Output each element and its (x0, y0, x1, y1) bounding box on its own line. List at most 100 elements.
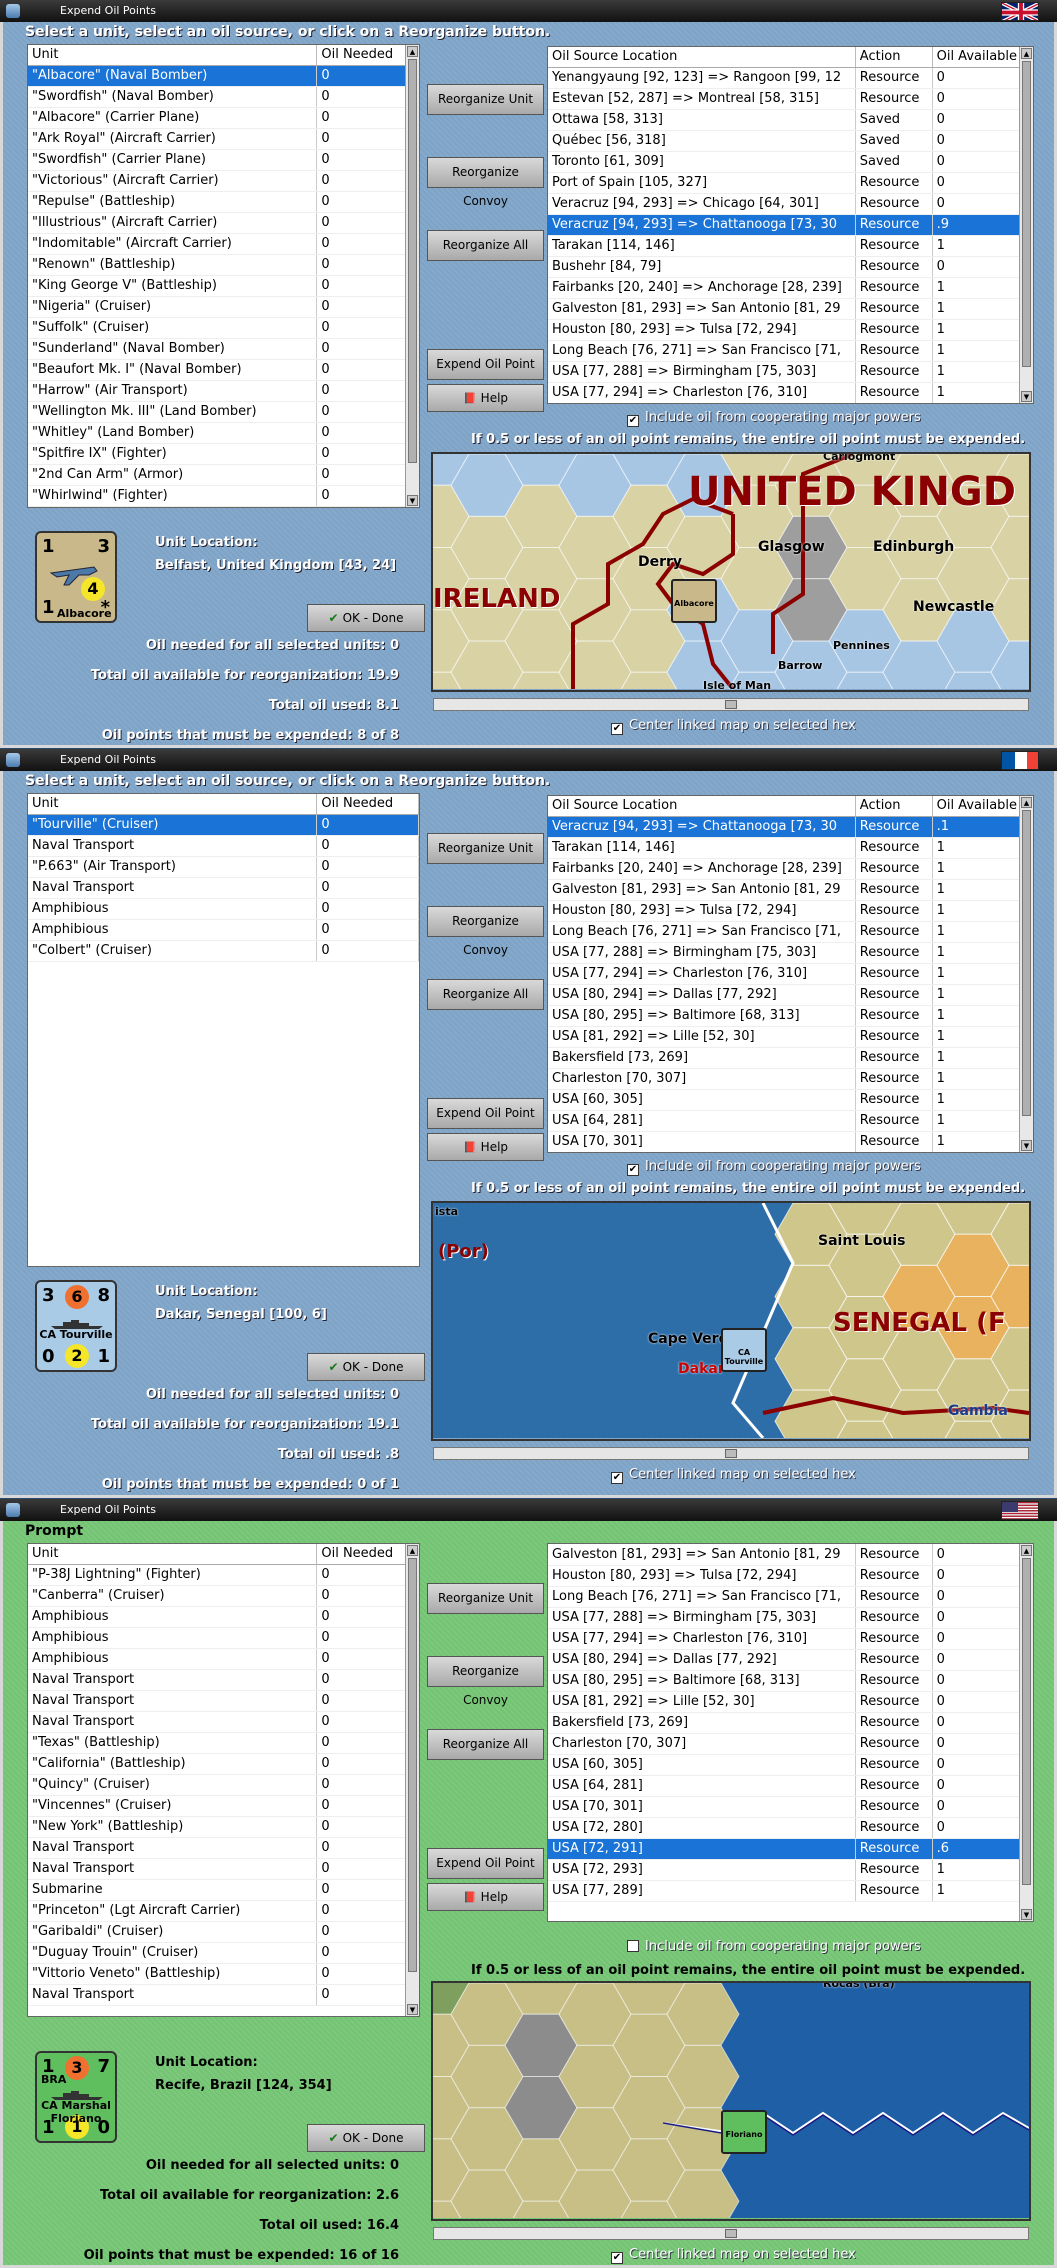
oil-source-row[interactable]: USA [80, 295] => Baltimore [68, 313] Reso… (548, 1005, 1033, 1027)
scroll-down-icon[interactable]: ▼ (407, 495, 418, 506)
unit-column-header[interactable]: Unit (28, 45, 318, 66)
center-map-checkbox[interactable]: ✔ (611, 1472, 623, 1484)
oil-source-row[interactable]: Toronto [61, 309] Saved 0 (548, 151, 1033, 173)
unit-row[interactable]: Naval Transport 0 (28, 1837, 419, 1859)
scroll-down-icon[interactable]: ▼ (1021, 1140, 1032, 1151)
unit-row[interactable]: "Albacore" (Naval Bomber) 0 (28, 65, 419, 87)
oil-source-row[interactable]: Houston [80, 293] => Tulsa [72, 294] Reso… (548, 900, 1033, 922)
scroll-thumb[interactable] (1022, 810, 1031, 1116)
center-map-checkbox[interactable]: ✔ (611, 723, 623, 735)
center-map-checkbox-row[interactable]: ✔ Center linked map on selected hex (611, 1467, 856, 1484)
oil-source-row[interactable]: Bushehr [84, 79] Resource 0 (548, 256, 1033, 278)
map-horizontal-scrollbar[interactable] (433, 2227, 1029, 2240)
scroll-thumb[interactable] (408, 1558, 417, 1972)
oil-source-row[interactable]: USA [70, 301] Resource 0 (548, 1796, 1033, 1818)
unit-row[interactable]: Naval Transport 0 (28, 877, 419, 899)
oil-source-row[interactable]: Fairbanks [20, 240] => Anchorage [28, 23… (548, 858, 1033, 880)
source-list-scrollbar[interactable]: ▲ ▼ (1019, 47, 1033, 403)
oil-source-row[interactable]: USA [77, 288] => Birmingham [75, 303] Res… (548, 1607, 1033, 1629)
expend-oil-point-button[interactable]: Expend Oil Point (427, 1098, 544, 1129)
oil-source-row[interactable]: Fairbanks [20, 240] => Anchorage [28, 23… (548, 277, 1033, 299)
unit-row[interactable]: "Vittorio Veneto" (Battleship) 0 (28, 1963, 419, 1985)
oil-source-row[interactable]: USA [77, 289] Resource 1 (548, 1880, 1033, 1902)
scroll-up-icon[interactable]: ▲ (1021, 48, 1032, 59)
unit-row[interactable]: "Quincy" (Cruiser) 0 (28, 1774, 419, 1796)
unit-row[interactable]: "Renown" (Battleship) 0 (28, 254, 419, 276)
unit-row[interactable]: "Victorious" (Aircraft Carrier) 0 (28, 170, 419, 192)
title-bar[interactable]: Expend Oil Points (0, 1499, 1057, 1521)
oil-source-row[interactable]: Bakersfield [73, 269] Resource 0 (548, 1712, 1033, 1734)
unit-row[interactable]: "Ark Royal" (Aircraft Carrier) 0 (28, 128, 419, 150)
oil-source-row[interactable]: Long Beach [76, 271] => San Francisco [7… (548, 921, 1033, 943)
center-map-checkbox-row[interactable]: ✔ Center linked map on selected hex (611, 718, 856, 735)
unit-row[interactable]: "Vincennes" (Cruiser) 0 (28, 1795, 419, 1817)
ok-done-button[interactable]: ✔ OK - Done (307, 604, 425, 632)
oil-source-list[interactable]: Galveston [81, 293] => San Antonio [81, … (547, 1543, 1034, 1922)
unit-row[interactable]: "Beaufort Mk. I" (Naval Bomber) 0 (28, 359, 419, 381)
oil-source-row[interactable]: Houston [80, 293] => Tulsa [72, 294] Reso… (548, 1565, 1033, 1587)
unit-list[interactable]: Unit Oil Needed "P-38J Lightning" (Fighter… (27, 1543, 420, 2017)
oil-source-row[interactable]: Charleston [70, 307] Resource 0 (548, 1733, 1033, 1755)
unit-row[interactable]: "Sunderland" (Naval Bomber) 0 (28, 338, 419, 360)
scroll-up-icon[interactable]: ▲ (407, 46, 418, 57)
map-horizontal-scrollbar[interactable] (433, 1447, 1029, 1460)
oil-source-row[interactable]: Charleston [70, 307] Resource 1 (548, 1068, 1033, 1090)
scroll-up-icon[interactable]: ▲ (1021, 797, 1032, 808)
scroll-down-icon[interactable]: ▼ (1021, 1909, 1032, 1920)
unit-row[interactable]: "Swordfish" (Naval Bomber) 0 (28, 86, 419, 108)
oil-source-row[interactable]: USA [60, 305] Resource 1 (548, 1089, 1033, 1111)
center-map-checkbox[interactable]: ✔ (611, 2252, 623, 2264)
source-column-header[interactable]: Oil Source Location (548, 47, 856, 68)
oil-source-row[interactable]: USA [80, 295] => Baltimore [68, 313] Reso… (548, 1670, 1033, 1692)
unit-column-header[interactable]: Unit (28, 1544, 318, 1565)
unit-column-header[interactable]: Oil Needed (316, 1544, 419, 1565)
scroll-thumb[interactable] (725, 2229, 737, 2238)
oil-source-row[interactable]: Bakersfield [73, 269] Resource 1 (548, 1047, 1033, 1069)
oil-source-row[interactable]: USA [72, 291] Resource .6 (548, 1838, 1033, 1860)
unit-row[interactable]: Naval Transport 0 (28, 1690, 419, 1712)
oil-source-row[interactable]: USA [77, 288] => Birmingham [75, 303] Res… (548, 361, 1033, 383)
help-button[interactable]: 📕 Help (427, 384, 544, 412)
title-bar[interactable]: Expend Oil Points (0, 0, 1057, 22)
oil-source-row[interactable]: Veracruz [94, 293] => Chicago [64, 301] R… (548, 193, 1033, 215)
unit-row[interactable]: "Harrow" (Air Transport) 0 (28, 380, 419, 402)
oil-source-row[interactable]: USA [80, 294] => Dallas [77, 292] Resourc… (548, 984, 1033, 1006)
reorganize-all-button[interactable]: Reorganize All (427, 230, 544, 261)
oil-source-row[interactable]: Veracruz [94, 293] => Chattanooga [73, 3… (548, 214, 1033, 236)
oil-source-row[interactable]: Yenangyaung [92, 123] => Rangoon [99, 12… (548, 67, 1033, 89)
help-button[interactable]: 📕 Help (427, 1883, 544, 1911)
unit-row[interactable]: Naval Transport 0 (28, 1858, 419, 1880)
oil-source-row[interactable]: USA [77, 288] => Birmingham [75, 303] Res… (548, 942, 1033, 964)
oil-source-row[interactable]: USA [81, 292] => Lille [52, 30] Resource 0 (548, 1691, 1033, 1713)
oil-source-row[interactable]: Veracruz [94, 293] => Chattanooga [73, 3… (548, 816, 1033, 838)
oil-source-row[interactable]: Port of Spain [105, 327] Resource 0 (548, 172, 1033, 194)
oil-source-row[interactable]: Estevan [52, 287] => Montreal [58, 315] R… (548, 88, 1033, 110)
unit-list-scrollbar[interactable]: ▲ ▼ (405, 1544, 419, 2016)
center-map-checkbox-row[interactable]: ✔ Center linked map on selected hex (611, 2247, 856, 2264)
include-coop-checkbox-row[interactable]: Include oil from cooperating major power… (627, 1939, 921, 1954)
oil-source-row[interactable]: USA [64, 281] Resource 0 (548, 1775, 1033, 1797)
scroll-thumb[interactable] (725, 700, 737, 709)
source-column-header[interactable]: Action (855, 796, 933, 817)
reorganize-unit-button[interactable]: Reorganize Unit (427, 84, 544, 115)
unit-row[interactable]: "King George V" (Battleship) 0 (28, 275, 419, 297)
unit-row[interactable]: "Colbert" (Cruiser) 0 (28, 940, 419, 962)
source-column-header[interactable]: Oil Available (932, 47, 1033, 68)
expend-oil-point-button[interactable]: Expend Oil Point (427, 349, 544, 380)
unit-row[interactable]: "Albacore" (Carrier Plane) 0 (28, 107, 419, 129)
unit-row[interactable]: Amphibious 0 (28, 1648, 419, 1670)
unit-row[interactable]: "Canberra" (Cruiser) 0 (28, 1585, 419, 1607)
reorganize-all-button[interactable]: Reorganize All (427, 1729, 544, 1760)
unit-column-header[interactable]: Oil Needed (316, 45, 419, 66)
map-unit-counter[interactable]: Floriano (721, 2110, 767, 2154)
unit-row[interactable]: "Wellington Mk. III" (Land Bomber) 0 (28, 401, 419, 423)
unit-column-header[interactable]: Oil Needed (316, 794, 419, 815)
unit-row[interactable]: "2nd Can Arm" (Armor) 0 (28, 464, 419, 486)
oil-source-row[interactable]: Long Beach [76, 271] => San Francisco [7… (548, 1586, 1033, 1608)
oil-source-row[interactable]: USA [72, 293] Resource 1 (548, 1859, 1033, 1881)
unit-row[interactable]: Amphibious 0 (28, 898, 419, 920)
source-column-header[interactable]: Action (855, 47, 933, 68)
oil-source-row[interactable]: Long Beach [76, 271] => San Francisco [7… (548, 340, 1033, 362)
reorganize-all-button[interactable]: Reorganize All (427, 979, 544, 1010)
oil-source-row[interactable]: Ottawa [58, 313] Saved 0 (548, 109, 1033, 131)
